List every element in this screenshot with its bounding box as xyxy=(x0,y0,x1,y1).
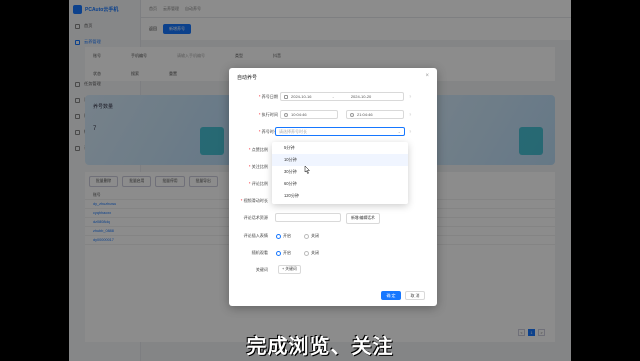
hand-cursor-icon xyxy=(304,166,310,174)
radio-label: 开启 xyxy=(283,250,291,255)
radio-off-icon xyxy=(304,233,309,239)
add-keyword-button[interactable]: + 关键词 xyxy=(278,265,301,274)
help-icon[interactable]: ? xyxy=(409,129,411,134)
comment-ratio-label: 评论比例 xyxy=(224,181,268,187)
dropdown-option[interactable]: 5分钟 xyxy=(272,142,408,154)
confirm-button[interactable]: 确 定 xyxy=(381,291,401,300)
keyword-label: 关键词 xyxy=(255,267,268,272)
chevron-down-icon: ⌄ xyxy=(397,129,401,134)
radio-label: 关闭 xyxy=(311,233,319,238)
dropdown-option[interactable]: 30分钟 xyxy=(272,166,408,178)
radio-label: 关闭 xyxy=(311,250,319,255)
dropdown-option[interactable]: 10分钟 xyxy=(272,154,408,166)
random-on-radio[interactable]: 开启 xyxy=(276,250,291,256)
cancel-button[interactable]: 取 消 xyxy=(405,291,425,300)
date-separator: - xyxy=(332,94,334,99)
date-range-input[interactable]: 2024-10-16 - 2024-10-20 xyxy=(280,92,404,101)
radio-on-icon xyxy=(276,233,281,239)
emoji-on-radio[interactable]: 开启 xyxy=(276,233,291,239)
date-label: 养号日期 xyxy=(234,94,278,100)
calendar-icon xyxy=(284,94,288,99)
video-subtitle: 完成浏览、关注 xyxy=(246,334,394,358)
time-start-input[interactable]: 10:04:46 xyxy=(280,110,338,119)
emoji-off-radio[interactable]: 关闭 xyxy=(304,233,319,239)
duration-dropdown: 5分钟 10分钟 30分钟 60分钟 120分钟 xyxy=(272,142,408,204)
random-watch-label: 随机观看 xyxy=(251,250,268,255)
date-end: 2024-10-20 xyxy=(350,94,372,99)
edit-comments-button[interactable]: 新增/编辑话术 xyxy=(346,213,380,224)
time-start: 10:04:46 xyxy=(291,112,307,117)
duration-label: 养号时长 xyxy=(234,129,278,135)
like-ratio-label: 点赞比例 xyxy=(224,147,268,153)
time-end-input[interactable]: 21:04:46 xyxy=(346,110,404,119)
dropdown-option[interactable]: 120分钟 xyxy=(272,190,408,202)
comment-source-input[interactable] xyxy=(275,213,341,222)
clock-icon xyxy=(284,112,288,117)
video-duration-label: 视频滑动时长 xyxy=(224,198,268,204)
date-start: 2024-10-16 xyxy=(291,94,312,99)
help-icon[interactable]: ? xyxy=(409,112,411,117)
clock-icon xyxy=(350,112,354,117)
radio-on-icon xyxy=(276,250,281,256)
comment-source-label: 评论话术资源 xyxy=(243,215,268,220)
dropdown-option[interactable]: 60分钟 xyxy=(272,178,408,190)
time-end: 21:04:46 xyxy=(357,112,373,117)
emoji-label: 评论插入表情 xyxy=(243,233,268,238)
random-off-radio[interactable]: 关闭 xyxy=(304,250,319,256)
close-icon[interactable]: × xyxy=(425,73,429,79)
duration-select[interactable]: 请选择养号时长 ⌄ xyxy=(275,127,405,136)
radio-label: 开启 xyxy=(283,233,291,238)
radio-off-icon xyxy=(304,250,309,256)
duration-placeholder: 请选择养号时长 xyxy=(279,128,307,134)
time-label: 执行时间 xyxy=(234,112,278,118)
follow-ratio-label: 关注比例 xyxy=(224,164,268,170)
dialog-title: 自动养号 xyxy=(237,75,258,81)
help-icon[interactable]: ? xyxy=(409,94,411,99)
